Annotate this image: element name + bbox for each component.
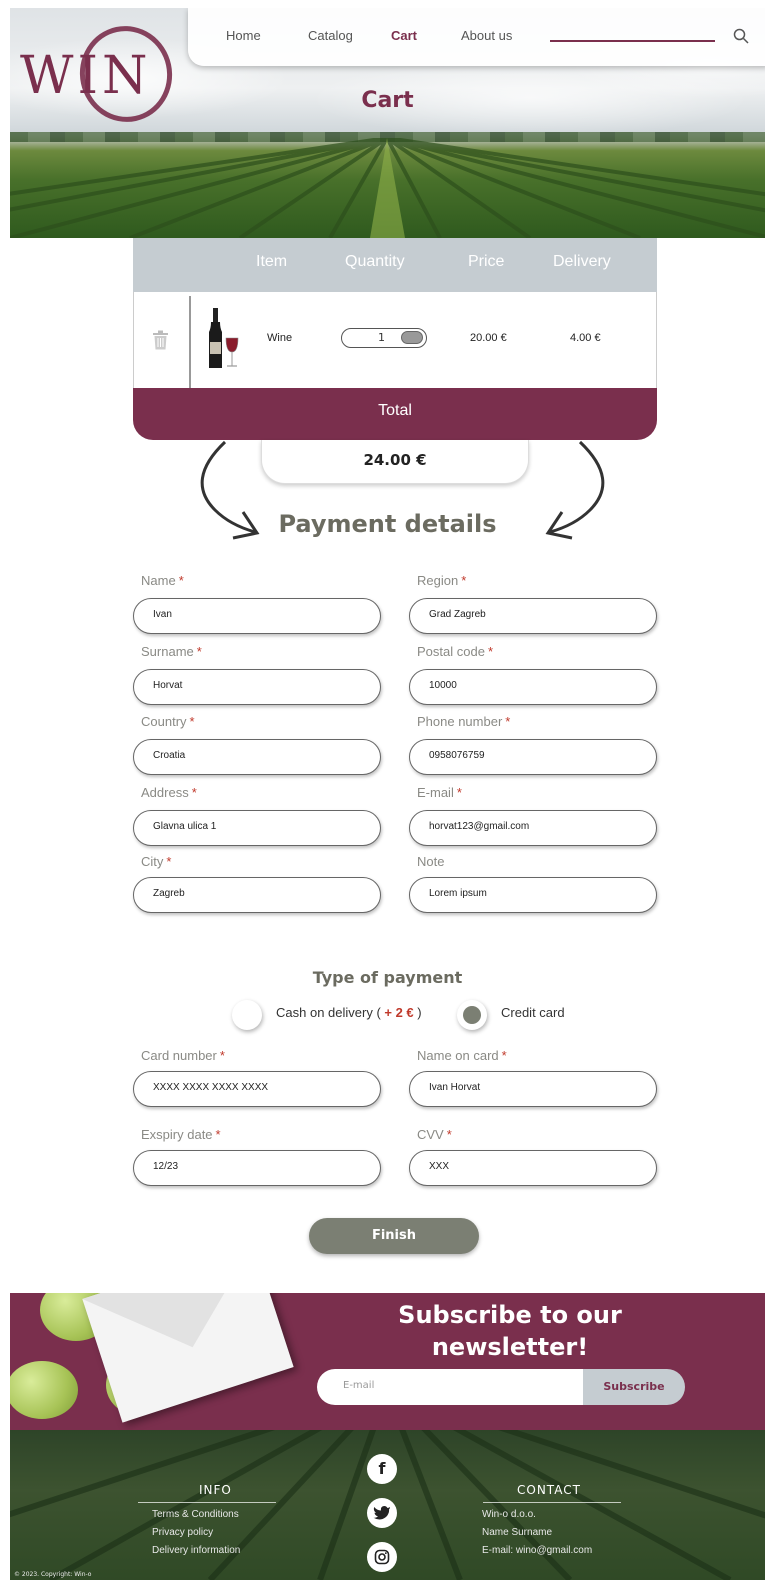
region-label: Region *	[417, 573, 467, 588]
address-label: Address *	[141, 785, 197, 800]
address-field[interactable]: Glavna ulica 1	[133, 810, 381, 846]
nav-about-us[interactable]: About us	[461, 28, 512, 43]
instagram-icon[interactable]	[367, 1542, 397, 1572]
name-on-card-label: Name on card *	[417, 1048, 507, 1063]
name-label: Name *	[141, 573, 184, 588]
delivery-info-link[interactable]: Delivery information	[152, 1545, 240, 1556]
total-bar: Total	[133, 388, 657, 440]
subscribe-button[interactable]: Subscribe	[583, 1369, 685, 1405]
contact-title: CONTACT	[517, 1483, 581, 1497]
surname-field[interactable]: Horvat	[133, 669, 381, 705]
stepper-arrows-icon[interactable]	[401, 331, 423, 344]
note-label: Note	[417, 854, 445, 869]
card-number-field[interactable]: XXXX XXXX XXXX XXXX	[133, 1071, 381, 1107]
name-field[interactable]: Ivan	[133, 598, 381, 634]
search-icon[interactable]	[733, 28, 749, 44]
cart-row: Wine 1 20.00 € 4.00 €	[133, 292, 657, 388]
email-field[interactable]: horvat123@gmail.com	[409, 810, 657, 846]
postal-code-field[interactable]: 10000	[409, 669, 657, 705]
phone-field[interactable]: 0958076759	[409, 739, 657, 775]
region-field[interactable]: Grad Zagreb	[409, 598, 657, 634]
info-title: INFO	[199, 1483, 232, 1497]
item-name: Wine	[267, 332, 293, 344]
surname-label: Surname *	[141, 644, 202, 659]
item-price: 20.00 €	[470, 332, 507, 344]
city-field[interactable]: Zagreb	[133, 877, 381, 913]
newsletter-section: Subscribe to our newsletter! E-mail Subs…	[10, 1293, 765, 1430]
contact-email[interactable]: E-mail: wino@gmail.com	[482, 1545, 592, 1556]
header-item: Item	[256, 253, 288, 270]
cart-table: Item Quantity Price Delivery Wine 1 20.0…	[133, 238, 657, 440]
cvv-field[interactable]: XXX	[409, 1150, 657, 1186]
total-value-box: 24.00 €	[261, 440, 529, 484]
credit-card-radio[interactable]	[457, 1000, 487, 1030]
info-divider	[138, 1502, 276, 1503]
newsletter-title: Subscribe to our newsletter!	[398, 1301, 622, 1361]
header-quantity: Quantity	[345, 253, 405, 270]
cvv-label: CVV *	[417, 1127, 452, 1142]
search-input[interactable]	[550, 40, 715, 42]
quantity-stepper[interactable]: 1	[341, 328, 427, 348]
cash-label[interactable]: Cash on delivery ( + 2 € )	[276, 1005, 422, 1020]
item-delivery: 4.00 €	[570, 332, 601, 344]
privacy-link[interactable]: Privacy policy	[152, 1527, 213, 1538]
contact-company: Win-o d.o.o.	[482, 1509, 536, 1520]
page-title: Cart	[361, 88, 414, 113]
contact-divider	[483, 1502, 621, 1503]
card-number-label: Card number *	[141, 1048, 225, 1063]
navbar: Home Catalog Cart About us	[188, 8, 765, 66]
country-label: Country *	[141, 714, 195, 729]
postal-code-label: Postal code *	[417, 644, 493, 659]
quantity-value: 1	[378, 331, 385, 344]
row-divider	[189, 296, 191, 388]
terms-link[interactable]: Terms & Conditions	[152, 1509, 239, 1520]
city-label: City *	[141, 854, 172, 869]
expiry-date-field[interactable]: 12/23	[133, 1150, 381, 1186]
nav-home[interactable]: Home	[226, 28, 261, 43]
vineyard-rows	[10, 138, 765, 238]
wine-bottle-image	[209, 308, 239, 368]
total-value: 24.00 €	[363, 451, 427, 469]
trash-icon[interactable]	[152, 330, 169, 350]
copyright: © 2023. Copyright: Win-o	[14, 1571, 92, 1578]
newsletter-email-input[interactable]: E-mail	[317, 1369, 587, 1405]
cash-radio[interactable]	[232, 1000, 262, 1030]
page-frame: WIN Home Catalog Cart About us Cart Item…	[10, 8, 765, 1580]
note-field[interactable]: Lorem ipsum	[409, 877, 657, 913]
name-on-card-field[interactable]: Ivan Horvat	[409, 1071, 657, 1107]
credit-card-label[interactable]: Credit card	[501, 1005, 565, 1020]
footer: INFO Terms & Conditions Privacy policy D…	[10, 1430, 765, 1580]
twitter-icon[interactable]	[367, 1498, 397, 1528]
cart-header: Item Quantity Price Delivery	[133, 238, 657, 292]
nav-catalog[interactable]: Catalog	[308, 28, 353, 43]
grape-image	[10, 1361, 78, 1419]
phone-label: Phone number *	[417, 714, 511, 729]
expiry-date-label: Exspiry date *	[141, 1127, 221, 1142]
facebook-icon[interactable]: f	[367, 1454, 397, 1484]
finish-button[interactable]: Finish	[309, 1218, 479, 1254]
nav-cart[interactable]: Cart	[391, 28, 417, 43]
country-field[interactable]: Croatia	[133, 739, 381, 775]
header-delivery: Delivery	[553, 253, 611, 270]
email-label: E-mail *	[417, 785, 462, 800]
hero-banner: WIN Home Catalog Cart About us Cart	[10, 8, 765, 238]
payment-type-title: Type of payment	[312, 968, 463, 987]
header-price: Price	[468, 253, 505, 270]
payment-details-title: Payment details	[278, 510, 497, 538]
total-label: Total	[378, 402, 412, 419]
contact-name: Name Surname	[482, 1527, 553, 1538]
